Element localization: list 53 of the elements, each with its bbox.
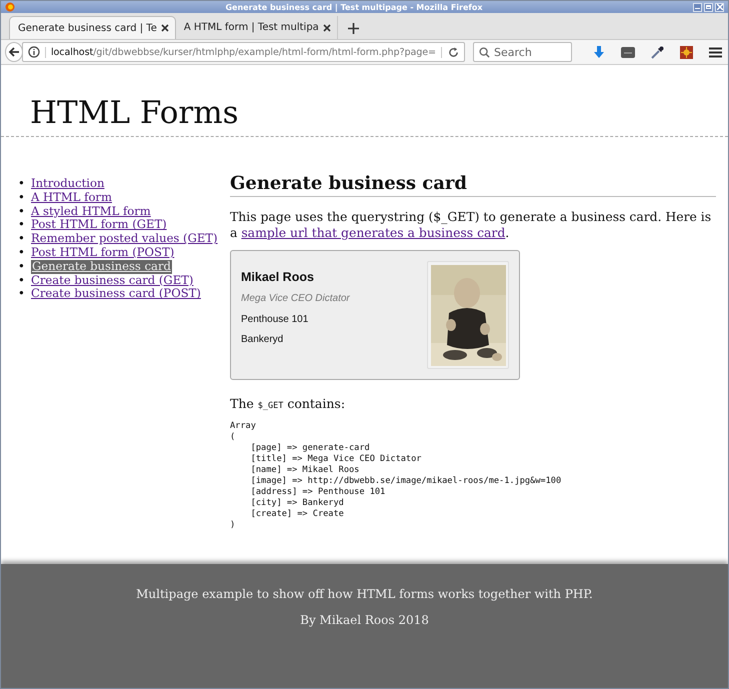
footer-text: Multipage example to show off how HTML forms works together with PHP. (136, 587, 593, 602)
card-job-title: Mega Vice CEO Dictator (241, 293, 350, 304)
minimize-button[interactable] (693, 2, 702, 12)
close-tab-icon[interactable] (160, 24, 169, 32)
maximize-button[interactable] (704, 2, 713, 12)
bullet-icon: • (18, 287, 25, 302)
url-text: localhost/git/dbwebbse/kurser/htmlphp/example/html-form/html-form.php?page= (44, 46, 436, 58)
info-icon[interactable] (28, 46, 40, 58)
bullet-icon: • (18, 204, 25, 218)
nav-link[interactable]: Introduction (31, 177, 104, 191)
nav-link[interactable]: Create business card (POST) (31, 287, 201, 302)
bullet-icon: • (18, 246, 25, 260)
back-button[interactable] (5, 42, 23, 62)
section-title: Generate business card (230, 173, 716, 197)
bullet-icon: • (18, 232, 25, 246)
get-label: The $_GET contains: (230, 396, 346, 411)
bullet-icon: • (18, 190, 25, 205)
card-address: Penthouse 101 (241, 314, 310, 325)
reload-icon[interactable] (441, 46, 459, 58)
browser-tab[interactable]: A HTML form | Test multipa (176, 16, 338, 39)
nav-link[interactable]: A HTML form (31, 190, 112, 205)
back-arrow-icon (8, 46, 20, 58)
nav-link[interactable]: Create business card (GET) (31, 274, 194, 288)
page-heading: HTML Forms (1, 65, 728, 137)
bullet-icon: • (18, 274, 25, 288)
download-icon[interactable] (593, 46, 605, 58)
browser-tab[interactable]: Generate business card | Te (9, 16, 176, 39)
close-tab-icon[interactable] (322, 24, 331, 32)
nav-link[interactable]: Post HTML form (GET) (31, 218, 167, 232)
card-city: Bankeryd (241, 334, 284, 345)
footer-text: By Mikael Roos 2018 (300, 613, 429, 628)
eyedropper-icon[interactable] (651, 46, 664, 58)
intro-text: This page uses the querystring ($_GET) to generate a business card. Here is a sample url that generates a business card. (230, 209, 712, 241)
sample-url-link[interactable]: sample url that generates a business card (241, 225, 506, 240)
bullet-icon: • (18, 260, 25, 274)
nav-link[interactable]: Post HTML form (POST) (31, 246, 174, 260)
search-field[interactable]: Search (473, 42, 572, 62)
window-title: Generate business card | Test multipage - Mozilla Firefox (224, 2, 484, 12)
bullet-icon: • (18, 218, 25, 232)
firefox-icon (5, 2, 15, 12)
new-tab-button[interactable] (348, 23, 359, 34)
nav-link[interactable]: Generate business card (31, 260, 172, 274)
search-icon (479, 47, 490, 58)
keyboard-icon[interactable] (621, 46, 635, 58)
nav-link[interactable]: Remember posted values (GET) (31, 232, 218, 246)
card-name: Mikael Roos (241, 270, 315, 284)
array-dump: Array ( [page] => generate-card [title] => Mega Vice CEO Dictator [name] => Mikael Roos [image] => http://dbwebb.se/image/mikael-roos/me-1.jpg&w=100 [address] => Penthouse 101 [city] => Bankeryd [create] => Create ) (230, 421, 562, 531)
close-button[interactable] (715, 2, 724, 12)
menu-icon[interactable] (709, 46, 722, 58)
sun-icon[interactable] (680, 46, 693, 58)
bullet-icon: • (18, 177, 25, 191)
address-bar[interactable]: localhost/git/dbwebbse/kurser/htmlphp/example/html-form/html-form.php?page= (22, 42, 465, 62)
nav-link[interactable]: A styled HTML form (31, 204, 151, 218)
